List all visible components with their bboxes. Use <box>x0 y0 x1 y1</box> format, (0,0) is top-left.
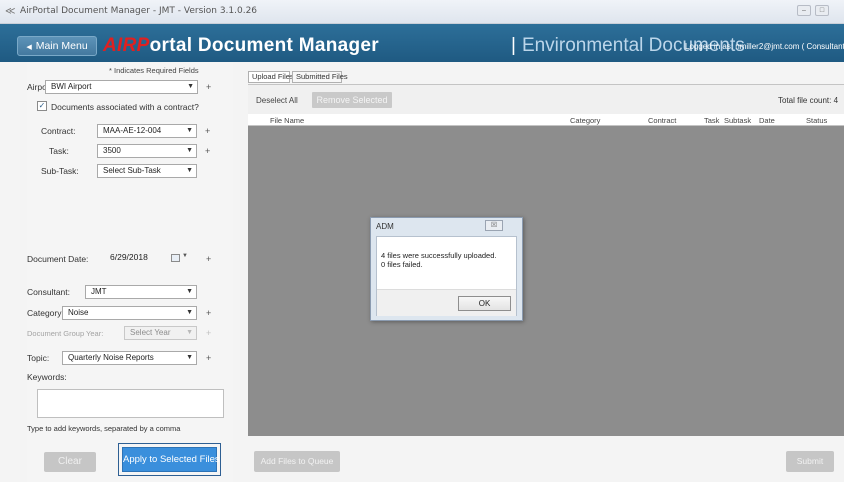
chevron-down-icon: ▼ <box>186 167 193 174</box>
dialog-title: ADM <box>376 222 394 231</box>
column-status[interactable]: Status <box>806 116 827 125</box>
required-marker: + <box>206 254 212 264</box>
window-titlebar: ≪ AirPortal Document Manager - JMT - Ver… <box>0 0 844 24</box>
back-arrow-icon: ◀ <box>26 44 32 51</box>
document-group-year-label: Document Group Year: <box>27 329 104 338</box>
maximize-button[interactable]: □ <box>815 5 829 16</box>
logo-accent: AIRP <box>103 35 150 56</box>
required-marker: + <box>206 353 212 363</box>
upload-result-dialog: ADM ☒ 4 files were successfully uploaded… <box>370 217 523 321</box>
topic-value: Quarterly Noise Reports <box>68 353 154 362</box>
add-files-to-queue-button[interactable]: Add Files to Queue <box>254 451 340 472</box>
chevron-down-icon: ▼ <box>186 147 193 154</box>
chevron-down-icon: ▼ <box>182 253 188 259</box>
subtask-value: Select Sub-Task <box>103 166 161 175</box>
keywords-input[interactable] <box>37 389 224 418</box>
keywords-label: Keywords: <box>27 372 67 382</box>
column-date[interactable]: Date <box>759 116 775 125</box>
file-grid-body <box>248 126 844 436</box>
category-select[interactable]: Noise ▼ <box>62 306 197 320</box>
window-title: AirPortal Document Manager - JMT - Versi… <box>20 6 258 16</box>
chevron-down-icon: ▼ <box>186 354 193 361</box>
document-date-label: Document Date: <box>27 254 89 264</box>
topic-label: Topic: <box>27 353 50 363</box>
dialog-body: 4 files were successfully uploaded. 0 fi… <box>376 236 517 316</box>
subtask-label: Sub-Task: <box>41 166 79 176</box>
tab-submitted-files[interactable]: Submitted Files <box>292 71 348 83</box>
clear-button[interactable]: Clear <box>44 452 96 472</box>
contract-value: MAA-AE-12-004 <box>103 126 162 135</box>
dialog-message-failed: 0 files failed. <box>381 260 423 269</box>
document-form-panel: * Indicates Required Fields Airport: BWI… <box>27 62 233 482</box>
app-window: ≪ AirPortal Document Manager - JMT - Ver… <box>0 0 844 482</box>
chevron-down-icon: ▼ <box>186 288 193 295</box>
contract-select[interactable]: MAA-AE-12-004 ▼ <box>97 124 197 138</box>
contract-checkbox-label: Documents associated with a contract? <box>51 102 199 112</box>
tab-upload-files[interactable]: Upload Files <box>248 71 294 83</box>
task-select[interactable]: 3500 ▼ <box>97 144 197 158</box>
category-label: Category: <box>27 308 64 318</box>
chevron-down-icon: ▼ <box>186 127 193 134</box>
main-menu-button[interactable]: ◀ Main Menu <box>17 36 97 56</box>
ok-button[interactable]: OK <box>458 296 511 311</box>
consultant-value: JMT <box>91 287 107 296</box>
deselect-all-button[interactable]: Deselect All <box>256 96 298 105</box>
dialog-footer: OK <box>377 289 516 316</box>
column-task[interactable]: Task <box>704 116 719 125</box>
document-group-year-value: Select Year <box>130 328 171 337</box>
title-separator: | <box>511 35 516 56</box>
minimize-button[interactable]: – <box>797 5 811 16</box>
file-toolbar: Deselect All Remove Selected Total file … <box>248 84 844 114</box>
chevron-down-icon: ▼ <box>187 83 194 90</box>
chevron-down-icon: ▼ <box>186 309 193 316</box>
file-grid-header: File Name Category Contract Task Subtask… <box>248 114 844 126</box>
logged-in-status: Logged in as: nmiller2@jmt.com ( Consult… <box>685 42 844 51</box>
contract-checkbox[interactable]: ✓ <box>37 101 47 111</box>
app-header: ◀ Main Menu AIRPortal Document Manager | E… <box>0 24 844 62</box>
topic-select[interactable]: Quarterly Noise Reports ▼ <box>62 351 197 365</box>
required-note: * Indicates Required Fields <box>109 66 199 75</box>
airport-select[interactable]: BWI Airport ▼ <box>45 80 198 94</box>
dialog-message-success: 4 files were successfully uploaded. <box>381 251 497 260</box>
column-subtask[interactable]: Subtask <box>724 116 751 125</box>
app-icon: ≪ <box>5 6 16 17</box>
app-logo: AIRPortal Document Manager <box>103 35 379 57</box>
contract-label: Contract: <box>41 126 76 136</box>
logo-text: ortal Document Manager <box>149 35 379 56</box>
document-group-year-select[interactable]: Select Year ▼ <box>124 326 197 340</box>
consultant-label: Consultant: <box>27 287 70 297</box>
main-menu-label: Main Menu <box>35 40 88 52</box>
chevron-down-icon: ▼ <box>186 329 193 336</box>
keywords-hint: Type to add keywords, separated by a com… <box>27 424 181 433</box>
consultant-select[interactable]: JMT ▼ <box>85 285 197 299</box>
column-category[interactable]: Category <box>570 116 600 125</box>
required-marker: + <box>205 126 211 136</box>
document-date-picker[interactable]: 6/29/2018 ▼ <box>110 252 218 266</box>
apply-button-focus-ring: Apply to Selected Files <box>118 443 221 476</box>
total-file-count: Total file count: 4 <box>778 96 839 105</box>
required-marker: + <box>206 308 212 318</box>
subtask-select[interactable]: Select Sub-Task ▼ <box>97 164 197 178</box>
column-contract[interactable]: Contract <box>648 116 676 125</box>
airport-value: BWI Airport <box>51 82 92 91</box>
required-marker: + <box>206 328 212 338</box>
calendar-icon[interactable] <box>171 254 180 262</box>
column-file-name[interactable]: File Name <box>270 116 304 125</box>
task-label: Task: <box>49 146 69 156</box>
required-marker: + <box>206 82 212 92</box>
category-value: Noise <box>68 308 89 317</box>
close-icon[interactable]: ☒ <box>485 220 503 231</box>
task-value: 3500 <box>103 146 121 155</box>
apply-to-selected-files-button[interactable]: Apply to Selected Files <box>122 447 220 472</box>
remove-selected-button[interactable]: Remove Selected <box>312 92 392 108</box>
required-marker: + <box>205 146 211 156</box>
document-date-value: 6/29/2018 <box>110 252 148 262</box>
submit-button[interactable]: Submit <box>786 451 834 472</box>
